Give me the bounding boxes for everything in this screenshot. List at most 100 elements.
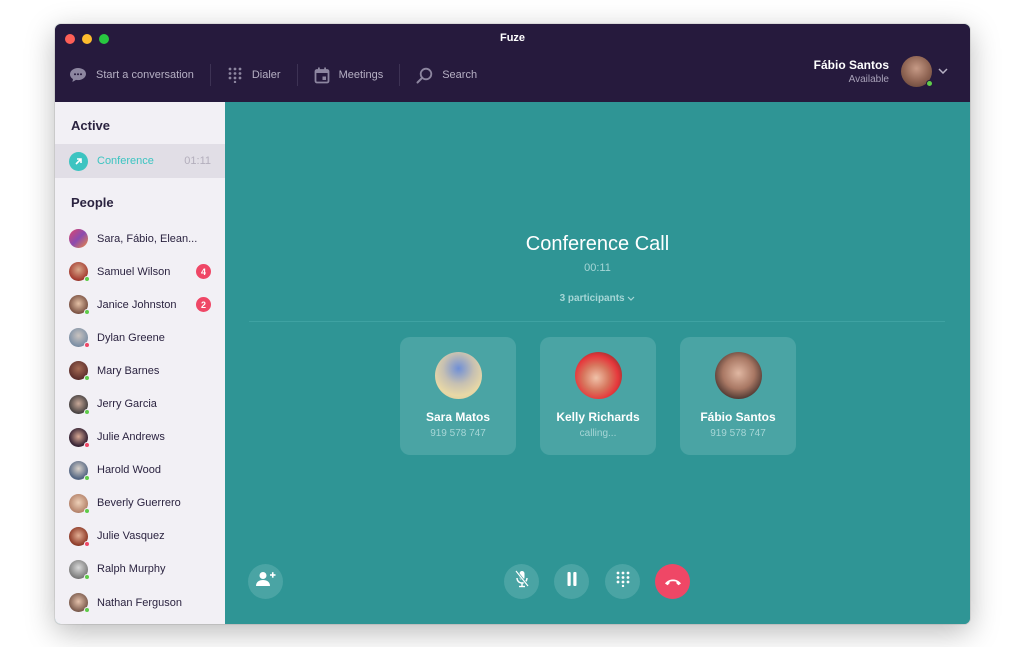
search-icon [416, 67, 433, 84]
arrow-up-right-icon [69, 151, 88, 171]
active-section-title: Active [71, 118, 111, 133]
chevron-down-icon [627, 293, 635, 304]
participant-card[interactable]: Sara Matos 919 578 747 [400, 337, 516, 455]
presence-indicator [84, 276, 90, 283]
add-person-icon [255, 571, 276, 592]
participants-toggle[interactable]: 3 participants [225, 293, 970, 304]
presence-indicator [84, 540, 90, 547]
avatar [69, 229, 88, 249]
participant-card[interactable]: Fábio Santos 919 578 747 [680, 337, 796, 455]
call-elapsed-time: 00:11 [584, 262, 611, 274]
person-name: Harold Wood [97, 464, 161, 477]
participant-name: Kelly Richards [556, 410, 640, 424]
presence-indicator [84, 309, 90, 316]
avatar [69, 559, 90, 580]
dialer-label: Dialer [251, 69, 281, 81]
user-status: Available [848, 74, 889, 85]
participant-name: Fábio Santos [700, 410, 776, 424]
person-name: Ralph Murphy [97, 563, 166, 576]
start-conversation-button[interactable]: Start a conversation [69, 62, 210, 88]
hang-up-button[interactable] [655, 564, 690, 599]
presence-indicator [84, 573, 90, 580]
avatar [714, 352, 762, 399]
list-item[interactable]: Mary Barnes [55, 354, 225, 387]
unread-badge: 2 [196, 297, 211, 313]
list-item[interactable]: Beverly Guerrero [55, 487, 225, 520]
active-item-label: Conference [97, 155, 154, 167]
people-list: Sara, Fábio, Elean... Samuel Wilson 4 Janic… [55, 222, 225, 619]
avatar [69, 295, 90, 316]
calendar-icon [314, 67, 330, 84]
phone-hangup-icon [664, 573, 682, 591]
app-window: Fuze Start a conversation Dialer Meeting… [55, 24, 970, 624]
nav-divider [209, 64, 211, 86]
avatar [434, 352, 482, 399]
presence-indicator [84, 507, 90, 514]
list-item[interactable]: Jerry Garcia [55, 387, 225, 420]
participant-card[interactable]: Kelly Richards calling... [540, 337, 656, 455]
app-title: Fuze [499, 32, 526, 44]
list-item[interactable]: Janice Johnston 2 [55, 288, 225, 321]
meetings-button[interactable]: Meetings [314, 62, 400, 88]
dialpad-icon [227, 67, 243, 83]
presence-indicator [84, 441, 90, 448]
participant-status: 919 578 747 [710, 428, 766, 439]
person-name: Beverly Guerrero [97, 497, 181, 510]
chevron-down-icon[interactable] [938, 66, 948, 77]
add-participant-button[interactable] [248, 564, 283, 599]
active-conference-item[interactable]: Conference 01:11 [55, 144, 225, 178]
list-item[interactable]: Nathan Ferguson [55, 586, 225, 619]
user-avatar[interactable] [901, 56, 933, 87]
list-item[interactable]: Harold Wood [55, 454, 225, 487]
list-item[interactable]: Samuel Wilson 4 [55, 255, 225, 288]
mute-button[interactable] [504, 564, 539, 599]
person-name: Jerry Garcia [97, 398, 157, 411]
chat-bubble-icon [69, 67, 87, 83]
call-panel: Conference Call 00:11 3 participants Sar… [225, 102, 970, 624]
nav-divider [296, 64, 298, 86]
user-menu[interactable]: Fábio Santos Available [814, 56, 948, 87]
presence-indicator [84, 375, 90, 382]
avatar [69, 493, 90, 514]
avatar [69, 427, 90, 448]
participant-cards: Sara Matos 919 578 747 Kelly Richards calli… [400, 337, 796, 455]
avatar [69, 593, 90, 614]
unread-badge: 4 [196, 264, 211, 280]
list-item[interactable]: Sara, Fábio, Elean... [55, 222, 225, 255]
person-name: Sara, Fábio, Elean... [97, 232, 198, 245]
list-item[interactable]: Julie Andrews [55, 421, 225, 454]
participants-count-label: 3 participants [559, 293, 625, 304]
person-name: Julie Vasquez [97, 530, 165, 543]
hold-button[interactable] [554, 564, 589, 599]
list-item[interactable]: Dylan Greene [55, 321, 225, 354]
pause-icon [566, 572, 578, 591]
search-button[interactable]: Search [416, 62, 493, 88]
dialpad-button[interactable] [605, 564, 640, 599]
nav-divider [399, 64, 401, 86]
dialpad-icon [615, 571, 631, 592]
participant-status: calling... [579, 428, 617, 439]
start-conversation-label: Start a conversation [96, 69, 194, 81]
divider [249, 321, 945, 322]
avatar [69, 262, 90, 283]
avatar [69, 526, 90, 547]
avatar [69, 328, 90, 349]
meetings-label: Meetings [338, 69, 384, 81]
person-name: Mary Barnes [97, 364, 160, 377]
participant-status: 919 578 747 [430, 428, 486, 439]
avatar [69, 394, 90, 415]
active-item-time: 01:11 [184, 155, 211, 167]
person-name: Janice Johnston [97, 298, 177, 311]
microphone-off-icon [514, 570, 530, 593]
person-name: Samuel Wilson [97, 265, 171, 278]
list-item[interactable]: Julie Vasquez [55, 520, 225, 553]
top-bar: Fuze Start a conversation Dialer Meeting… [55, 24, 970, 102]
dialer-button[interactable]: Dialer [227, 62, 297, 88]
call-title: Conference Call [525, 233, 670, 255]
avatar [574, 352, 622, 399]
sidebar: Active Conference 01:11 People Sara, Fáb… [55, 102, 225, 624]
search-label: Search [442, 69, 478, 81]
avatar [69, 460, 90, 481]
presence-indicator [84, 342, 90, 349]
list-item[interactable]: Ralph Murphy [55, 553, 225, 586]
